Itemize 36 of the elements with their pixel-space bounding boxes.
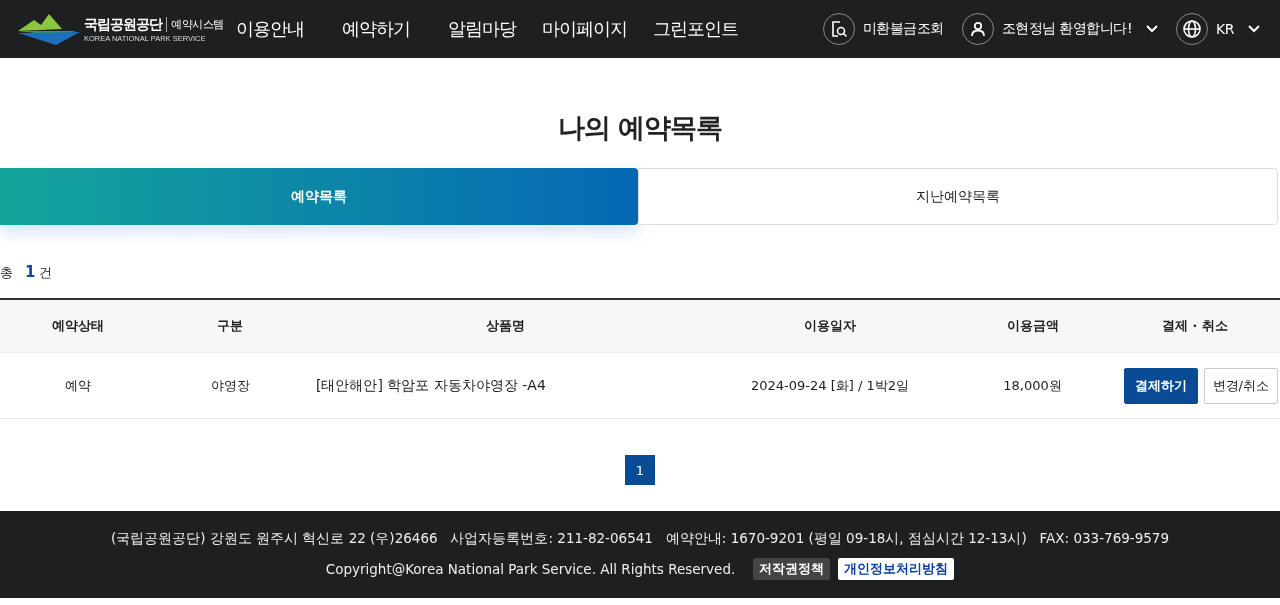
logo-name: 국립공원공단 [84, 15, 162, 34]
column-header: 결제 · 취소 [1161, 317, 1229, 335]
nav-link[interactable]: 이용안내 [231, 17, 322, 41]
column-header: 구분 [216, 317, 244, 335]
chevron-down-icon[interactable] [1146, 25, 1159, 33]
nav-link[interactable]: 예약하기 [337, 17, 428, 41]
page-button[interactable]: 1 [625, 455, 655, 485]
header-link[interactable]: 미환불금조회 [862, 20, 944, 38]
table-cell-text: [태안해안] 학암포 자동차야영장 -A4 [315, 376, 547, 395]
change-cancel-button[interactable]: 변경/취소 [1203, 367, 1278, 404]
chevron-down-icon[interactable] [1248, 25, 1260, 33]
header-link[interactable]: KR [1216, 21, 1234, 37]
pay-button[interactable]: 결제하기 [1123, 367, 1198, 404]
header-link[interactable]: 조현정님 환영합니다! [1001, 20, 1133, 38]
table-cell-text: 2024-09-24 [화] / 1박2일 [750, 376, 910, 395]
count-value: 1 [25, 263, 36, 281]
nav-link[interactable]: 마이페이지 [537, 17, 645, 41]
count-label: 총 [0, 264, 13, 282]
nav-link[interactable]: 그린포인트 [648, 17, 756, 41]
column-header: 예약상태 [50, 317, 105, 335]
footer-address: (국립공원공단) 강원도 원주시 혁신로 22 (우)26466 사업자등록번호: 211-82-06541 예약안내: 1670-9201 (평일 09-18시, 점심시간 12-13시) FAX: 033-769-9579 [110, 529, 1170, 548]
footer-link[interactable]: 저작권정책 [753, 557, 831, 580]
nav-link[interactable]: 알림마당 [443, 17, 534, 41]
table-cell-text: 18,000원 [1002, 376, 1063, 395]
column-header: 이용일자 [803, 317, 857, 335]
page-title: 나의 예약목록 [556, 111, 724, 145]
tab[interactable]: 지난예약목록 [638, 168, 1278, 225]
footer-link[interactable]: 개인정보처리방침 [838, 557, 955, 580]
table-cell-text: 예약 [63, 376, 92, 395]
logo-system-name: 예약시스템 [166, 17, 224, 32]
column-header: 상품명 [484, 317, 526, 335]
tab[interactable]: 예약목록 [0, 168, 638, 225]
count-unit: 건 [39, 264, 53, 282]
copyright-text: Copyright@Korea National Park Service. All Rights Reserved. [325, 560, 736, 577]
column-header: 이용금액 [1005, 317, 1060, 335]
table-cell-text: 야영장 [209, 376, 251, 395]
